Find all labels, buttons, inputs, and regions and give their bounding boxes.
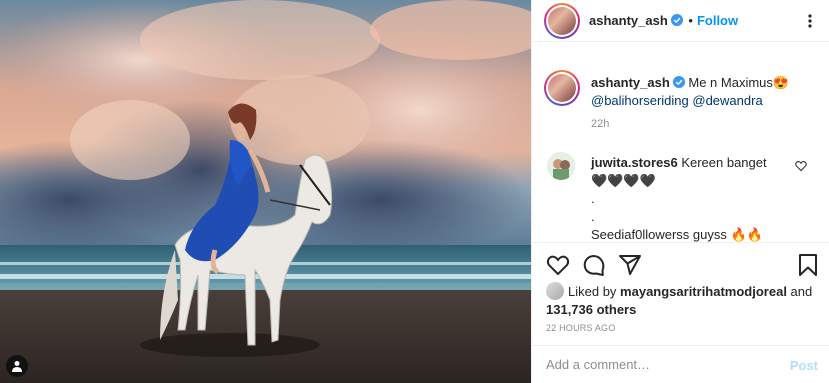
caption-avatar[interactable] bbox=[544, 70, 580, 106]
comment-text: . bbox=[591, 209, 595, 224]
post-timestamp[interactable]: 22 HOURS AGO bbox=[546, 323, 615, 333]
comment-text: Seediaf0llowerss guyss 🔥🔥 bbox=[591, 227, 763, 242]
post-header: ashanty_ash • Follow bbox=[532, 0, 829, 42]
follow-button[interactable]: Follow bbox=[697, 13, 738, 28]
comment-text: 🖤🖤🖤🖤 bbox=[591, 173, 656, 188]
mention-link[interactable]: @balihorseriding bbox=[591, 93, 689, 108]
separator: • bbox=[688, 13, 693, 28]
comment-avatar[interactable] bbox=[547, 152, 575, 180]
person-icon bbox=[12, 361, 22, 372]
verified-icon bbox=[672, 76, 685, 88]
save-icon[interactable] bbox=[796, 253, 820, 277]
verified-icon bbox=[670, 14, 683, 26]
comment-text: . bbox=[591, 191, 595, 206]
share-icon[interactable] bbox=[618, 253, 642, 277]
post-button[interactable]: Post bbox=[790, 358, 818, 373]
likes-summary: Liked by mayangsaritrihatmodjoreal and 1… bbox=[546, 282, 816, 319]
liker-username[interactable]: mayangsaritrihatmodjoreal bbox=[620, 284, 787, 299]
avatar[interactable] bbox=[544, 3, 580, 39]
likes-prefix: Liked by bbox=[568, 284, 621, 299]
header-username[interactable]: ashanty_ash bbox=[589, 13, 668, 28]
caption: ashanty_ash Me n Maximus😍 @balihorseridi… bbox=[591, 74, 816, 110]
likes-count[interactable]: 131,736 others bbox=[546, 302, 636, 317]
comment-text: Kereen banget bbox=[677, 155, 767, 170]
add-comment-bar: Post bbox=[532, 345, 829, 383]
comment: juwita.stores6 Kereen banget 🖤🖤🖤🖤 . . Se… bbox=[591, 154, 781, 244]
header-user: ashanty_ash • Follow bbox=[589, 13, 738, 28]
user-tag-button[interactable] bbox=[6, 355, 28, 377]
heart-icon[interactable] bbox=[546, 253, 570, 277]
comment-input[interactable] bbox=[546, 357, 766, 372]
post-panel: ashanty_ash • Follow ashanty_ash Me n Max… bbox=[531, 0, 829, 383]
likes-middle: and bbox=[786, 284, 813, 299]
post-image[interactable] bbox=[0, 0, 531, 383]
comment-avatar-image bbox=[547, 152, 575, 180]
mention-link[interactable]: @dewandra bbox=[692, 93, 762, 108]
post-photo bbox=[0, 0, 531, 383]
caption-text: Me n Maximus😍 bbox=[684, 75, 790, 90]
more-options-icon[interactable] bbox=[802, 14, 818, 28]
liker-avatar[interactable] bbox=[546, 282, 564, 300]
comment-username[interactable]: juwita.stores6 bbox=[591, 155, 678, 170]
comment-like-icon[interactable] bbox=[795, 160, 807, 172]
caption-username[interactable]: ashanty_ash bbox=[591, 75, 670, 90]
action-bar: Liked by mayangsaritrihatmodjoreal and 1… bbox=[532, 242, 829, 342]
comment-icon[interactable] bbox=[582, 253, 606, 277]
caption-time[interactable]: 22h bbox=[591, 118, 609, 130]
